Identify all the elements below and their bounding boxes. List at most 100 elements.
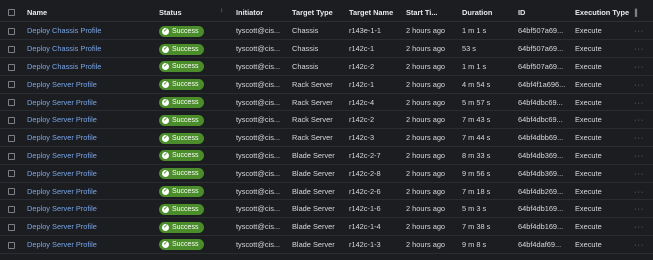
execution-name-link[interactable]: Deploy Chassis Profile	[27, 62, 155, 71]
row-checkbox[interactable]	[8, 80, 16, 89]
row-checkbox[interactable]	[8, 115, 16, 124]
row-actions-ellipsis-icon[interactable]: ···	[634, 204, 650, 213]
status-cell: ✓ Success	[159, 60, 231, 73]
row-checkbox[interactable]	[8, 187, 16, 196]
row-actions-ellipsis-icon[interactable]: ···	[634, 44, 650, 53]
row-actions-ellipsis-icon[interactable]: ···	[634, 133, 650, 142]
row-checkbox[interactable]	[8, 133, 16, 142]
start-time-cell: 2 hours ago	[406, 97, 446, 107]
row-checkbox[interactable]	[8, 151, 16, 160]
row-checkbox[interactable]	[8, 98, 16, 107]
row-actions-ellipsis-icon[interactable]: ···	[634, 115, 650, 124]
execution-name-link[interactable]: Deploy Server Profile	[27, 151, 155, 160]
execution-name-link[interactable]: Deploy Server Profile	[27, 222, 155, 231]
target-name-cell: r142c-2-8	[349, 168, 381, 178]
status-label: Success	[172, 45, 199, 53]
sort-updown-icon[interactable]: ↕	[220, 8, 223, 14]
start-time-cell: 2 hours ago	[406, 204, 446, 214]
table-row[interactable]: Deploy Server Profile ✓ Success tyscott@cis…	[0, 165, 653, 183]
table-row[interactable]: Deploy Server Profile ✓ Success tyscott@cis…	[0, 201, 653, 219]
check-circle-icon: ✓	[162, 223, 169, 231]
column-header-name[interactable]: Name	[27, 8, 155, 17]
row-checkbox[interactable]	[8, 204, 16, 213]
row-actions-ellipsis-icon[interactable]: ···	[634, 26, 650, 35]
duration-cell: 7 m 43 s	[462, 115, 491, 125]
row-checkbox[interactable]	[8, 44, 16, 53]
check-circle-icon: ✓	[162, 205, 169, 213]
execution-name-link[interactable]: Deploy Server Profile	[27, 80, 155, 89]
status-cell: ✓ Success	[159, 203, 231, 215]
start-time-cell: 2 hours ago	[406, 79, 446, 89]
column-header-id[interactable]: ID	[518, 8, 572, 17]
execution-name-link[interactable]: Deploy Server Profile	[27, 169, 155, 178]
row-actions-ellipsis-icon[interactable]: ···	[634, 222, 650, 231]
table-row[interactable]: Deploy Chassis Profile ✓ Success tyscott@ci…	[0, 58, 653, 76]
column-header-duration[interactable]: Duration	[462, 8, 516, 17]
row-checkbox[interactable]	[8, 62, 16, 71]
table-row[interactable]: Deploy Server Profile ✓ Success tyscott@cis…	[0, 94, 653, 112]
column-header-execution-type[interactable]: Execution Type	[575, 8, 629, 17]
table-row[interactable]: Deploy Chassis Profile ✓ Success tyscott@ci…	[0, 23, 653, 41]
status-label: Success	[172, 81, 199, 89]
target-type-cell: Rack Server	[292, 79, 333, 89]
status-cell: ✓ Success	[159, 221, 231, 233]
check-circle-icon: ✓	[162, 134, 169, 142]
execution-type-cell: Execute	[575, 239, 602, 249]
column-header-initiator[interactable]: Initiator	[236, 8, 290, 17]
execution-name-link[interactable]: Deploy Server Profile	[27, 98, 155, 107]
execution-name-link[interactable]: Deploy Server Profile	[27, 240, 155, 249]
row-actions-ellipsis-icon[interactable]: ···	[634, 169, 650, 178]
table-row[interactable]: Deploy Server Profile ✓ Success tyscott@cis…	[0, 183, 653, 201]
row-checkbox[interactable]	[8, 240, 16, 249]
status-badge: ✓ Success	[159, 43, 205, 55]
target-name-cell: r142c-1	[349, 44, 375, 54]
execution-type-cell: Execute	[575, 79, 602, 89]
id-cell: 64bf507a69...	[518, 26, 564, 36]
status-label: Success	[172, 116, 199, 124]
row-actions-ellipsis-icon[interactable]: ···	[634, 151, 650, 160]
check-circle-icon: ✓	[162, 63, 169, 71]
row-actions-ellipsis-icon[interactable]: ···	[634, 98, 650, 107]
execution-name-link[interactable]: Deploy Chassis Profile	[27, 44, 155, 53]
target-name-cell: r142c-2	[349, 115, 375, 125]
status-cell: ✓ Success	[159, 114, 231, 126]
table-row[interactable]: Deploy Server Profile ✓ Success tyscott@cis…	[0, 76, 653, 94]
execution-name-link[interactable]: Deploy Chassis Profile	[27, 26, 155, 35]
check-circle-icon: ✓	[162, 116, 169, 124]
row-checkbox[interactable]	[8, 26, 16, 35]
execution-type-cell: Execute	[575, 61, 602, 71]
column-header-target-type[interactable]: Target Type	[292, 8, 346, 17]
execution-name-link[interactable]: Deploy Server Profile	[27, 204, 155, 213]
row-actions-ellipsis-icon[interactable]: ···	[634, 240, 650, 249]
column-resize-icon[interactable]: ∥	[634, 8, 650, 17]
target-type-cell: Blade Server	[292, 204, 335, 214]
select-all-checkbox[interactable]	[8, 8, 16, 17]
execution-type-cell: Execute	[575, 115, 602, 125]
column-header-start-time[interactable]: Start Ti...	[406, 8, 460, 17]
column-header-target-name[interactable]: Target Name	[349, 8, 403, 17]
check-circle-icon: ✓	[162, 27, 169, 35]
status-badge: ✓ Success	[159, 61, 205, 73]
table-row[interactable]: Deploy Server Profile ✓ Success tyscott@cis…	[0, 129, 653, 148]
table-row[interactable]: Deploy Server Profile ✓ Success tyscott@cis…	[0, 218, 653, 237]
table-row[interactable]: Deploy Server Profile ✓ Success tyscott@cis…	[0, 236, 653, 254]
target-name-cell: r142c-2-7	[349, 150, 381, 160]
row-actions-ellipsis-icon[interactable]: ···	[634, 187, 650, 196]
execution-name-link[interactable]: Deploy Server Profile	[27, 115, 155, 124]
row-actions-ellipsis-icon[interactable]: ···	[634, 80, 650, 89]
execution-name-link[interactable]: Deploy Server Profile	[27, 187, 155, 196]
initiator-cell: tyscott@cis...	[236, 204, 281, 214]
status-label: Success	[172, 27, 199, 35]
execution-name-link[interactable]: Deploy Server Profile	[27, 133, 155, 142]
start-time-cell: 2 hours ago	[406, 133, 446, 143]
column-header-status[interactable]: Status ↕	[159, 8, 231, 17]
id-cell: 64bf4db369...	[518, 150, 564, 160]
table-row[interactable]: Deploy Server Profile ✓ Success tyscott@cis…	[0, 147, 653, 165]
row-checkbox[interactable]	[8, 222, 16, 231]
row-actions-ellipsis-icon[interactable]: ···	[634, 62, 650, 71]
table-row[interactable]: Deploy Chassis Profile ✓ Success tyscott@ci…	[0, 40, 653, 59]
target-type-cell: Rack Server	[292, 133, 333, 143]
initiator-cell: tyscott@cis...	[236, 168, 281, 178]
row-checkbox[interactable]	[8, 169, 16, 178]
table-row[interactable]: Deploy Server Profile ✓ Success tyscott@cis…	[0, 112, 653, 130]
